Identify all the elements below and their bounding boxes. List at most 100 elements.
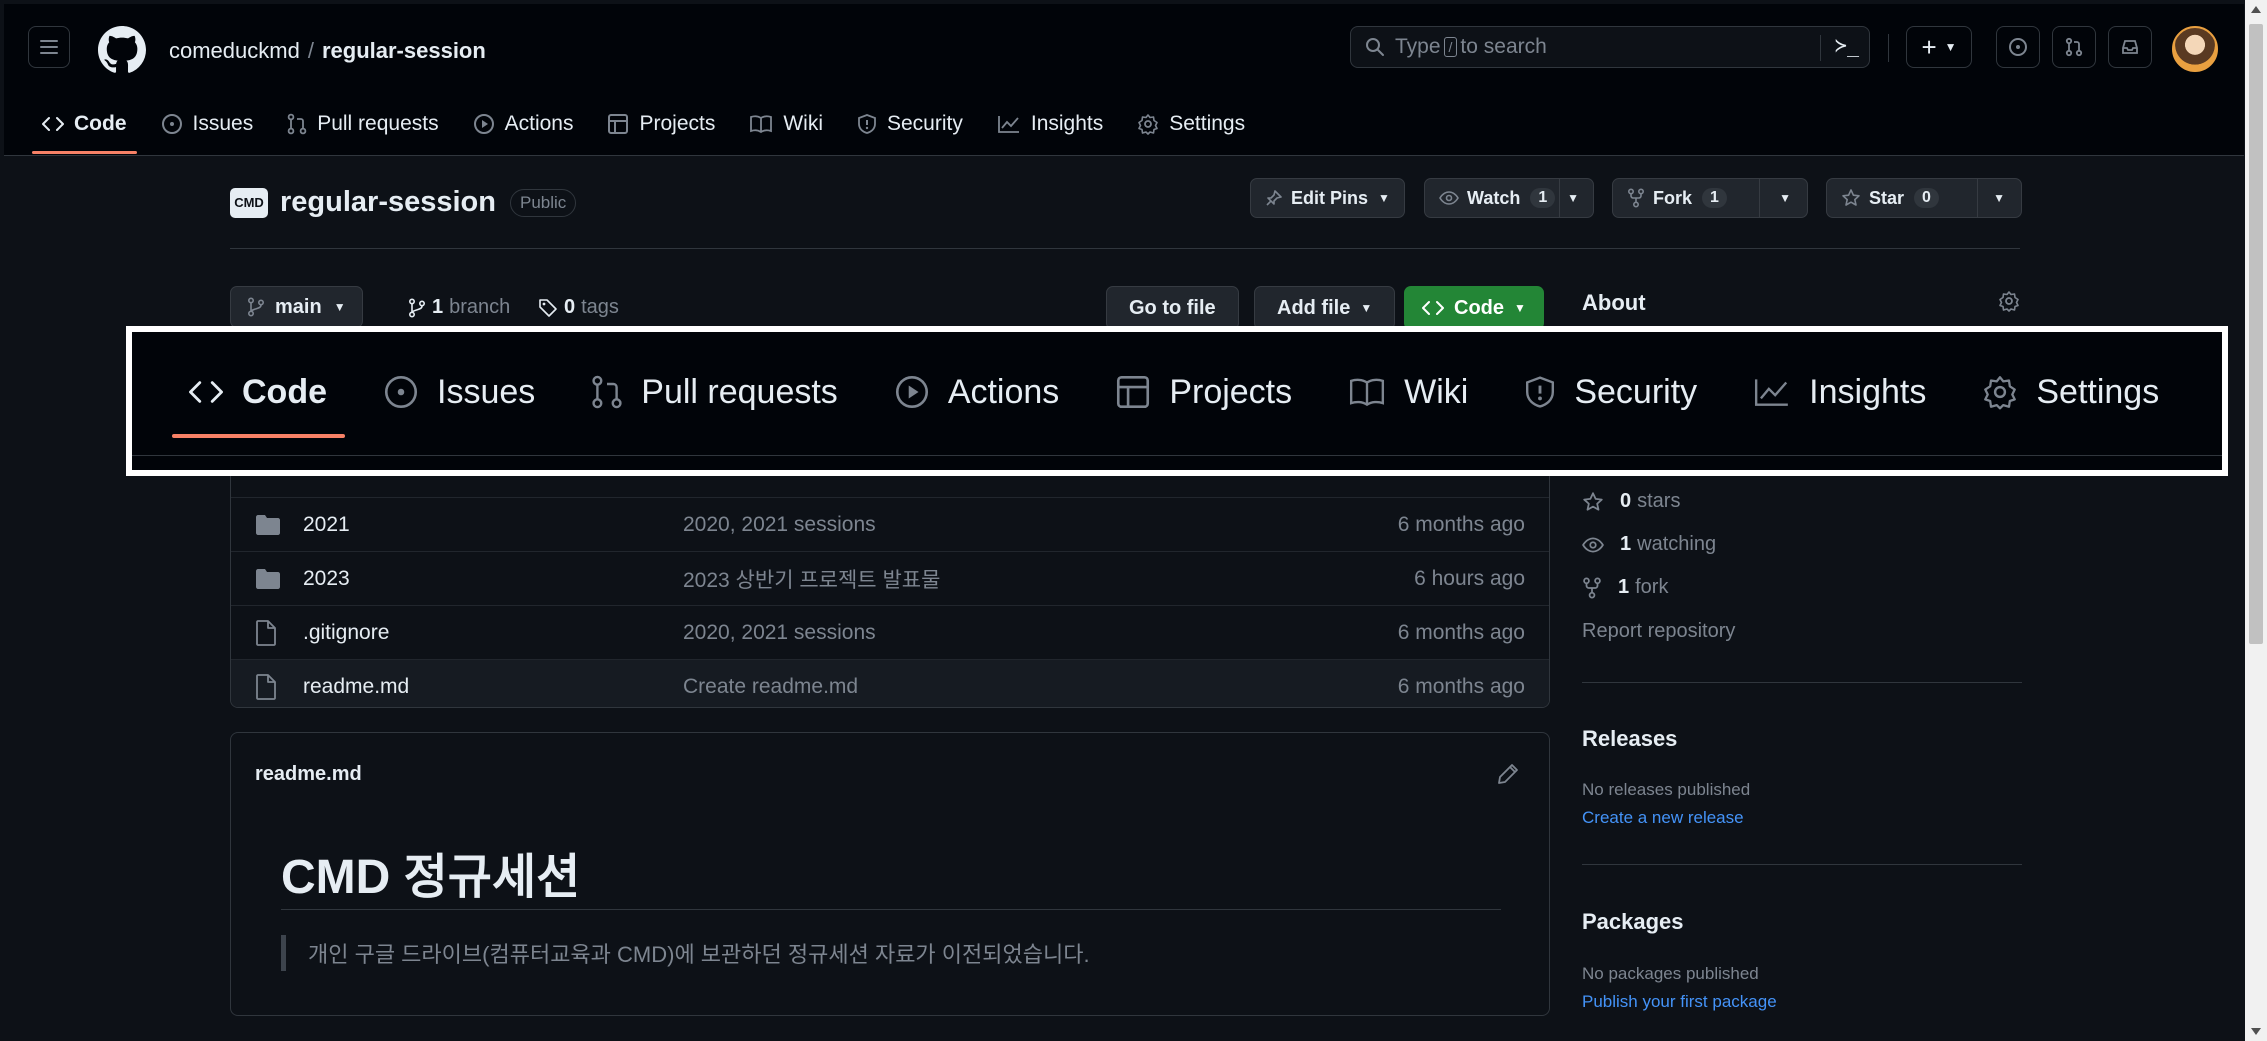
branch-icon — [408, 297, 426, 318]
report-repository-link[interactable]: Report repository — [1582, 620, 1735, 643]
book-icon — [749, 114, 773, 134]
breadcrumb-repo[interactable]: regular-session — [322, 38, 486, 63]
about-title: About — [1582, 290, 1646, 315]
branches-link[interactable]: 1 branch — [408, 296, 510, 319]
chevron-down-icon: ▼ — [333, 300, 346, 314]
divider — [1582, 682, 2022, 683]
stars-link[interactable]: 0 stars — [1582, 490, 1680, 513]
star-button[interactable]: Star 0 ▼ — [1826, 178, 2022, 218]
tab-pull-requests[interactable]: Pull requests — [287, 104, 439, 144]
tab-insights-label: Insights — [1809, 372, 1927, 411]
divider — [1582, 864, 2022, 865]
commit-message[interactable]: Create readme.md — [683, 675, 858, 699]
tab-security[interactable]: Security — [857, 104, 963, 144]
file-name[interactable]: .gitignore — [303, 621, 389, 645]
tab-insights[interactable]: Insights — [997, 104, 1103, 144]
edit-pins-label: Edit Pins — [1291, 187, 1369, 208]
tab-wiki-label: Wiki — [783, 112, 823, 135]
tab-issues[interactable]: Issues — [161, 104, 254, 144]
tab-wiki[interactable]: Wiki — [1348, 362, 1468, 422]
readme-filename[interactable]: readme.md — [255, 763, 362, 786]
issues-button[interactable] — [1996, 26, 2040, 68]
page-scrollbar[interactable] — [2245, 0, 2267, 1041]
header-divider — [1888, 34, 1889, 62]
tab-code[interactable]: Code — [32, 104, 136, 154]
tab-actions-label: Actions — [504, 112, 574, 135]
commit-message[interactable]: 2020, 2021 sessions — [683, 513, 876, 537]
tab-actions[interactable]: Actions — [894, 362, 1059, 422]
menu-button[interactable] — [28, 26, 70, 68]
tab-issues[interactable]: Issues — [383, 362, 535, 422]
forks-link[interactable]: 1 fork — [1582, 576, 1668, 599]
tab-projects[interactable]: Projects — [1115, 362, 1292, 422]
scroll-up-arrow-icon[interactable] — [2251, 6, 2261, 13]
code-button[interactable]: Code ▼ — [1404, 286, 1544, 330]
create-new-button[interactable]: + ▼ — [1906, 26, 1972, 68]
gear-icon[interactable] — [1998, 290, 2020, 312]
search-input[interactable]: Type / to search ≻_ — [1350, 26, 1870, 68]
fork-icon — [1582, 577, 1602, 599]
tab-wiki[interactable]: Wiki — [749, 104, 823, 144]
chevron-down-icon[interactable]: ▼ — [1779, 191, 1791, 205]
tab-insights[interactable]: Insights — [1753, 362, 1926, 422]
tab-actions[interactable]: Actions — [473, 104, 574, 144]
page-title[interactable]: regular-session — [280, 186, 496, 219]
chevron-down-icon[interactable]: ▼ — [1993, 191, 2005, 205]
pull-requests-button[interactable] — [2052, 26, 2096, 68]
scrollbar-thumb[interactable] — [2249, 24, 2263, 644]
file-name[interactable]: 2023 — [303, 567, 350, 591]
forks-label: fork — [1635, 576, 1669, 598]
releases-title[interactable]: Releases — [1582, 726, 1677, 752]
tab-security-label: Security — [1574, 372, 1698, 411]
chevron-down-icon[interactable]: ▼ — [1567, 191, 1579, 205]
add-file-button[interactable]: Add file ▼ — [1254, 286, 1396, 330]
list-item[interactable]: .gitignore 2020, 2021 sessions 6 months … — [231, 605, 1549, 659]
watching-link[interactable]: 1 watching — [1582, 533, 1716, 556]
list-item[interactable]: readme.md Create readme.md 6 months ago — [231, 659, 1549, 707]
tags-link[interactable]: 0 tags — [538, 296, 619, 319]
issue-icon — [383, 374, 419, 410]
file-name[interactable]: 2021 — [303, 513, 350, 537]
go-to-file-button[interactable]: Go to file — [1106, 286, 1239, 330]
pencil-icon[interactable] — [1497, 763, 1519, 785]
list-item[interactable]: 2023 2023 상반기 프로젝트 발표물 6 hours ago — [231, 551, 1549, 605]
search-shortcut-key: / — [1443, 37, 1458, 57]
tab-pull-requests[interactable]: Pull requests — [591, 362, 838, 422]
packages-title[interactable]: Packages — [1582, 909, 1684, 935]
create-release-link[interactable]: Create a new release — [1582, 808, 1744, 828]
github-logo-icon[interactable] — [98, 26, 146, 74]
edit-pins-button[interactable]: Edit Pins ▼ — [1250, 178, 1405, 218]
search-placeholder-prefix: Type — [1395, 35, 1441, 58]
star-icon — [1582, 491, 1604, 513]
book-icon — [1348, 376, 1386, 408]
command-palette-icon[interactable]: ≻_ — [1835, 33, 1859, 57]
tab-projects[interactable]: Projects — [607, 104, 715, 144]
watching-count: 1 — [1620, 533, 1632, 555]
file-name[interactable]: readme.md — [303, 675, 409, 699]
avatar[interactable] — [2172, 26, 2218, 72]
commit-message[interactable]: 2020, 2021 sessions — [683, 621, 876, 645]
packages-empty: No packages published — [1582, 964, 1759, 983]
publish-package-link[interactable]: Publish your first package — [1582, 992, 1777, 1012]
scroll-down-arrow-icon[interactable] — [2251, 1028, 2261, 1035]
watch-button[interactable]: Watch 1 ▼ — [1424, 178, 1594, 218]
fork-button[interactable]: Fork 1 ▼ — [1612, 178, 1808, 218]
code-button-label: Code — [1454, 296, 1504, 319]
inbox-button[interactable] — [2108, 26, 2152, 68]
tab-settings[interactable]: Settings — [1137, 104, 1245, 144]
tab-settings[interactable]: Settings — [1982, 362, 2159, 422]
graph-icon — [1753, 376, 1791, 408]
commit-message[interactable]: 2023 상반기 프로젝트 발표물 — [683, 564, 940, 594]
list-item[interactable]: 2021 2020, 2021 sessions 6 months ago — [231, 497, 1549, 551]
readme-panel: readme.md CMD 정규세션 개인 구글 드라이브(컴퓨터교육과 CMD… — [230, 732, 1550, 1016]
play-icon — [894, 374, 930, 410]
file-icon — [255, 619, 277, 646]
tab-code[interactable]: Code — [172, 362, 345, 438]
eye-icon — [1439, 190, 1459, 206]
file-icon — [255, 673, 277, 700]
tab-security[interactable]: Security — [1524, 362, 1697, 422]
breadcrumb-owner[interactable]: comeduckmd — [169, 38, 300, 63]
branch-selector[interactable]: main ▼ — [230, 286, 363, 328]
pull-request-icon — [591, 374, 623, 410]
tab-issues-label: Issues — [192, 112, 254, 135]
